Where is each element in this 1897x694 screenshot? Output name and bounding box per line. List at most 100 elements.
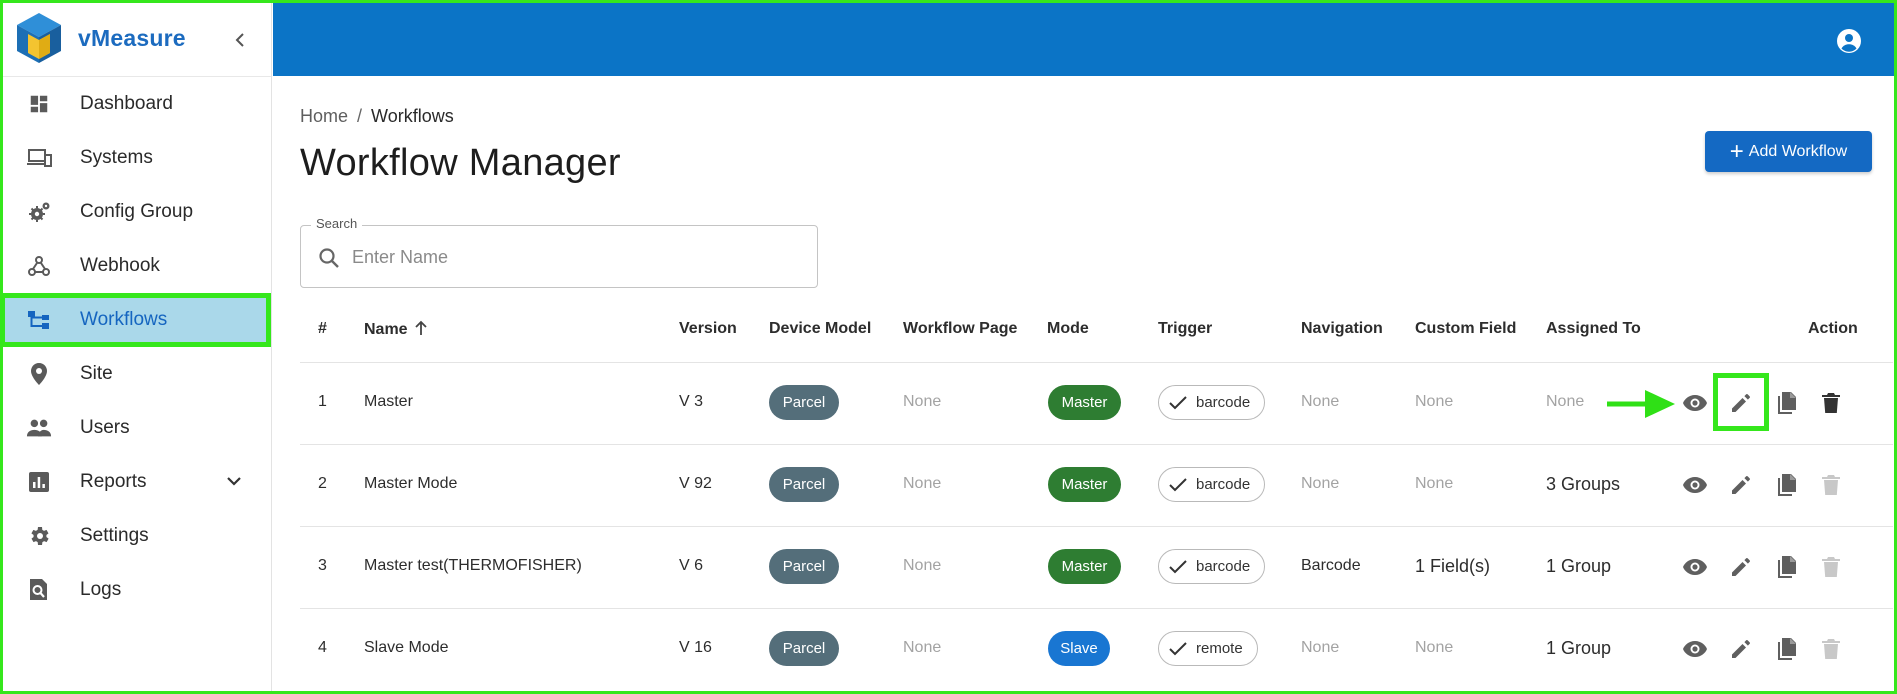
people-icon [26, 416, 52, 440]
custom-field: 1 Field(s) [1415, 556, 1491, 576]
view-button[interactable] [1681, 389, 1709, 417]
delete-button[interactable] [1817, 471, 1845, 499]
navigation: None [1301, 475, 1340, 492]
column-header-workflow-page: Workflow Page [903, 320, 1018, 337]
sidebar-item-label: Dashboard [80, 93, 173, 114]
column-header-name[interactable]: Name [364, 320, 428, 339]
assigned-to: 1 Group [1546, 556, 1612, 576]
device-model-chip: Parcel [769, 385, 839, 420]
sidebar-item-dashboard[interactable]: Dashboard [0, 77, 271, 131]
chevron-down-icon[interactable] [225, 472, 243, 495]
screenshot-highlight-frame [0, 0, 1897, 694]
workflow-name: Master [364, 393, 413, 410]
edit-button[interactable] [1727, 635, 1755, 663]
view-button[interactable] [1681, 635, 1709, 663]
plus-icon: + [1729, 137, 1744, 165]
assigned-to: 1 Group [1546, 638, 1612, 658]
sidebar-item-systems[interactable]: Systems [0, 131, 271, 185]
search-icon [319, 248, 339, 268]
column-header-action: Action [1808, 320, 1858, 337]
column-header-navigation: Navigation [1301, 320, 1383, 337]
page-title: Workflow Manager [300, 142, 621, 184]
workflow-version: V 6 [679, 557, 704, 574]
breadcrumb-current: Workflows [371, 106, 454, 126]
workflow-page: None [903, 393, 942, 410]
assigned-to: None [1546, 393, 1585, 410]
custom-field: None [1415, 639, 1454, 656]
copy-icon [1778, 392, 1796, 414]
delete-button[interactable] [1817, 553, 1845, 581]
webhook-icon [26, 254, 52, 278]
device-model-chip: Parcel [769, 467, 839, 502]
trigger-label: remote [1196, 640, 1243, 657]
vmeasure-logo-icon [17, 13, 61, 63]
mode-chip: Master [1048, 467, 1121, 502]
sidebar-item-site[interactable]: Site [0, 347, 271, 401]
sidebar-item-reports[interactable]: Reports [0, 455, 271, 509]
column-header-index: # [318, 320, 327, 337]
eye-icon [1683, 559, 1707, 575]
delete-button[interactable] [1817, 635, 1845, 663]
edit-button[interactable] [1727, 389, 1755, 417]
trigger-label: barcode [1196, 394, 1251, 411]
breadcrumb: Home / Workflows [300, 106, 454, 127]
sidebar-item-workflows[interactable]: Workflows [0, 293, 271, 347]
mode-chip: Slave [1048, 631, 1110, 666]
view-button[interactable] [1681, 471, 1709, 499]
pencil-icon [1732, 558, 1750, 576]
view-button[interactable] [1681, 553, 1709, 581]
mode-chip: Master [1048, 385, 1121, 420]
eye-icon [1683, 395, 1707, 411]
column-header-device-model: Device Model [769, 320, 872, 337]
add-workflow-button[interactable]: + Add Workflow [1705, 131, 1872, 172]
collapse-sidebar-button[interactable] [228, 28, 252, 52]
custom-field: None [1415, 393, 1454, 410]
workflow-page: None [903, 557, 942, 574]
arrow-right-annotation-icon [1607, 390, 1675, 418]
account-circle-icon[interactable] [1836, 28, 1862, 54]
workflow-name: Master test(THERMOFISHER) [364, 557, 582, 574]
sidebar-item-label: Webhook [80, 255, 160, 276]
breadcrumb-separator: / [357, 106, 363, 126]
duplicate-button[interactable] [1772, 389, 1800, 417]
sidebar-item-config-group[interactable]: Config Group [0, 185, 271, 239]
sidebar-item-label: Config Group [80, 201, 194, 222]
trash-icon [1822, 393, 1840, 413]
duplicate-button[interactable] [1772, 553, 1800, 581]
workflow-version: V 16 [679, 639, 712, 656]
search-input[interactable] [352, 242, 792, 272]
delete-button[interactable] [1817, 389, 1845, 417]
sidebar-item-label: Reports [80, 471, 147, 492]
search-field: Search [300, 216, 818, 288]
mode-chip: Master [1048, 549, 1121, 584]
trash-icon [1822, 639, 1840, 659]
trigger-label: barcode [1196, 476, 1251, 493]
row-index: 1 [318, 393, 327, 410]
copy-icon [1778, 474, 1796, 496]
eye-icon [1683, 641, 1707, 657]
sidebar-item-users[interactable]: Users [0, 401, 271, 455]
trigger-chip: barcode [1158, 385, 1266, 420]
table-divider [300, 444, 1893, 445]
pencil-icon [1732, 394, 1750, 412]
breadcrumb-home-link[interactable]: Home [300, 106, 348, 126]
edit-button[interactable] [1727, 553, 1755, 581]
trigger-chip: barcode [1158, 467, 1266, 502]
duplicate-button[interactable] [1772, 635, 1800, 663]
sidebar-item-webhook[interactable]: Webhook [0, 239, 271, 293]
location-pin-icon [26, 362, 52, 386]
device-model-chip: Parcel [769, 549, 839, 584]
sidebar: vMeasure Dashboard Systems Config Group … [0, 0, 272, 694]
workflow-icon [26, 308, 52, 332]
duplicate-button[interactable] [1772, 471, 1800, 499]
column-header-trigger: Trigger [1158, 320, 1213, 337]
column-header-name-label: Name [364, 321, 408, 338]
sidebar-item-logs[interactable]: Logs [0, 563, 271, 617]
add-workflow-label: Add Workflow [1748, 142, 1848, 160]
trash-icon [1822, 557, 1840, 577]
app-name: vMeasure [78, 24, 186, 51]
column-header-version: Version [679, 320, 737, 337]
chevron-left-icon [235, 33, 244, 47]
sidebar-item-settings[interactable]: Settings [0, 509, 271, 563]
edit-button[interactable] [1727, 471, 1755, 499]
